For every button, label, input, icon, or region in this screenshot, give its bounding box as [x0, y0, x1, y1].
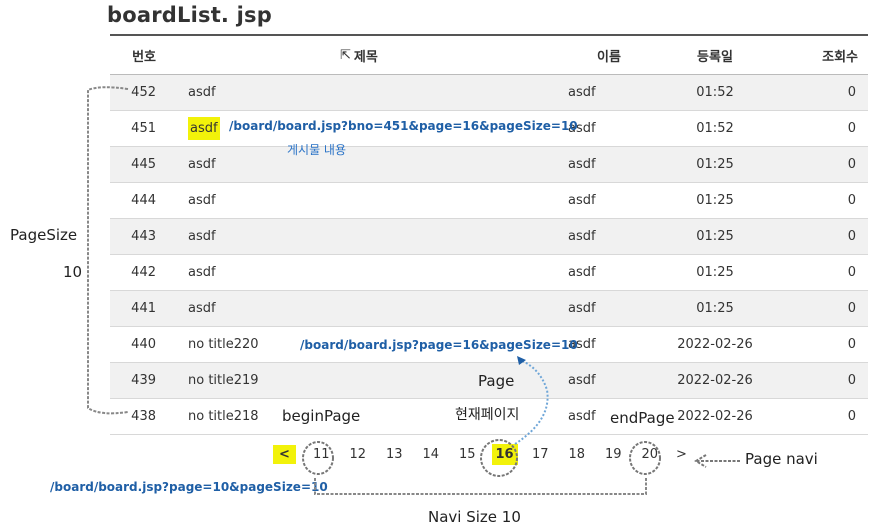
- page-navi-arrow: [694, 454, 740, 468]
- current-page-circle: [480, 439, 518, 477]
- pagesize-bracket: [87, 86, 129, 415]
- end-page-circle: [629, 441, 661, 475]
- page-url-arrowhead: [517, 356, 526, 365]
- page-url-arrow: [514, 359, 549, 445]
- annotation-strokes: [87, 86, 740, 495]
- navi-size-bracket: [314, 478, 647, 495]
- begin-page-circle: [302, 441, 334, 475]
